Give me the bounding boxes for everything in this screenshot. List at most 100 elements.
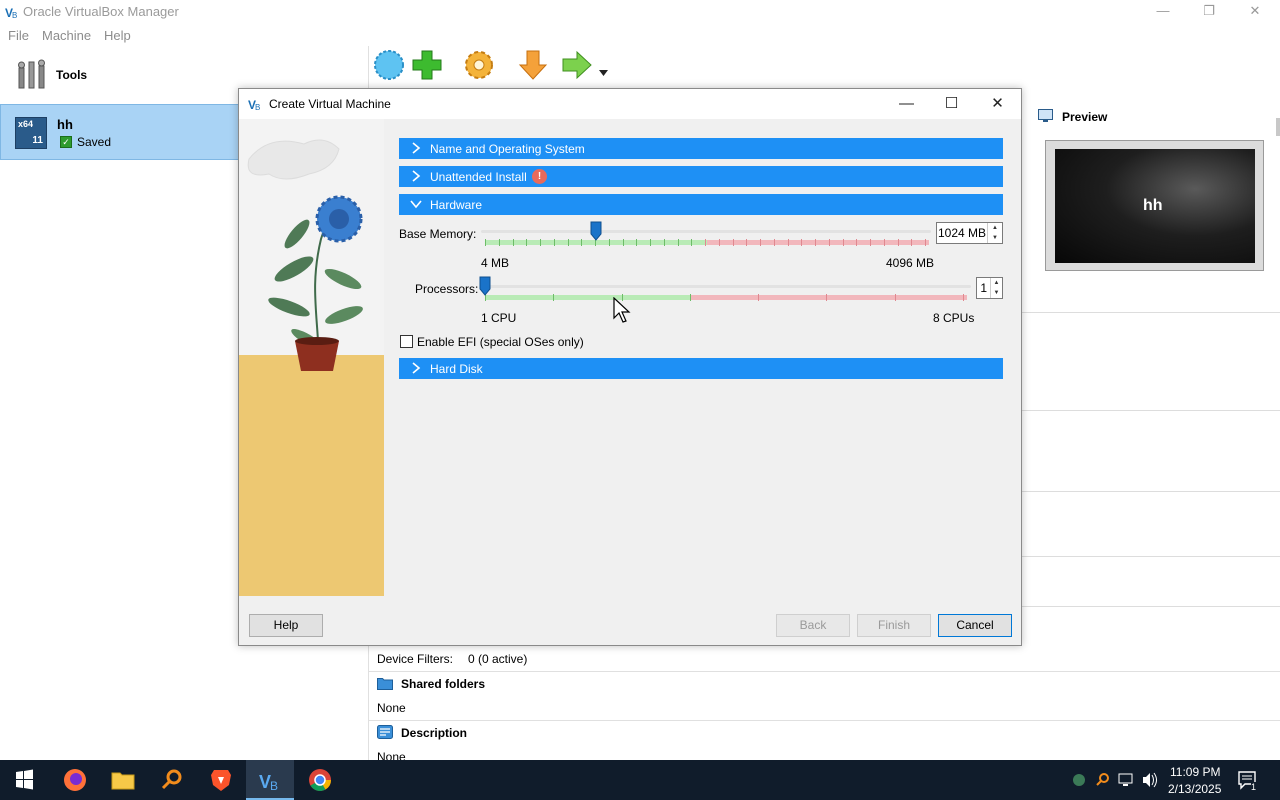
notification-count: 1: [1251, 782, 1257, 792]
section-hardware[interactable]: Hardware: [399, 194, 1003, 215]
dialog-maximize-button[interactable]: ☐: [929, 89, 974, 119]
divider: [1022, 606, 1280, 607]
section-unattended-install[interactable]: Unattended Install !: [399, 166, 1003, 187]
divider: [1022, 312, 1280, 313]
dialog-title: Create Virtual Machine: [269, 97, 391, 111]
windows-start-icon[interactable]: [0, 760, 48, 800]
tools-item[interactable]: Tools: [0, 46, 236, 102]
base-memory-label: Base Memory:: [399, 227, 477, 241]
chevron-right-icon: [412, 170, 421, 182]
warning-icon: !: [532, 169, 547, 184]
device-filters-value: 0 (0 active): [468, 652, 528, 666]
svg-text:B: B: [12, 11, 17, 20]
divider: [369, 720, 1280, 721]
processors-slider-scale: [485, 294, 967, 301]
file-explorer-icon[interactable]: [99, 760, 147, 800]
taskbar: V B 11:09 PM 2/13/2025 1: [0, 760, 1280, 800]
new-vm-icon[interactable]: [372, 48, 406, 82]
search-icon[interactable]: [148, 760, 196, 800]
device-filters-label: Device Filters:: [377, 652, 454, 666]
menu-help[interactable]: Help: [104, 28, 131, 43]
processors-spinbox[interactable]: 1 ▲ ▼: [976, 277, 1003, 299]
description-icon: [377, 725, 393, 739]
preview-screen: hh: [1055, 149, 1255, 263]
chevron-right-icon: [412, 362, 421, 374]
divider: [1022, 410, 1280, 411]
menu-machine[interactable]: Machine: [42, 28, 91, 43]
virtualbox-taskbar-icon[interactable]: V B: [246, 760, 294, 800]
divider: [1022, 491, 1280, 492]
tray-search-icon[interactable]: [1094, 760, 1112, 800]
chrome-icon[interactable]: [296, 760, 344, 800]
add-vm-icon[interactable]: [410, 48, 444, 82]
section-label: Hard Disk: [430, 362, 483, 376]
help-button[interactable]: Help: [249, 614, 323, 637]
tray-app-icon[interactable]: [1070, 760, 1088, 800]
divider: [1022, 556, 1280, 557]
description-title[interactable]: Description: [401, 726, 467, 740]
processors-slider-track[interactable]: [481, 285, 971, 288]
processors-max-label: 8 CPUs: [933, 311, 975, 325]
memory-min-label: 4 MB: [481, 256, 510, 270]
chevron-down-icon: [410, 200, 422, 209]
saved-state-icon: ✓: [60, 136, 72, 148]
divider: [369, 671, 1280, 672]
firefox-icon[interactable]: [51, 760, 99, 800]
memory-slider-thumb[interactable]: [590, 221, 602, 241]
settings-gear-icon[interactable]: [462, 48, 496, 82]
memory-value: 1024 MB: [937, 226, 986, 240]
preview-monitor-icon: [1038, 109, 1053, 122]
close-button[interactable]: ✕: [1232, 0, 1278, 24]
efi-label[interactable]: Enable EFI (special OSes only): [417, 335, 584, 349]
shared-folders-title[interactable]: Shared folders: [401, 677, 485, 691]
tools-icon: [18, 59, 45, 89]
menu-file[interactable]: File: [8, 28, 29, 43]
dialog-minimize-button[interactable]: —: [884, 89, 929, 119]
wizard-illustration: [239, 119, 384, 596]
vm-list-item[interactable]: x64 11 hh ✓ Saved: [0, 104, 240, 160]
virtualbox-logo-icon: V B: [248, 98, 260, 112]
mouse-cursor-icon: [613, 297, 631, 323]
volume-icon[interactable]: [1141, 760, 1159, 800]
clock-date[interactable]: 2/13/2025: [1168, 782, 1221, 796]
minimize-button[interactable]: —: [1140, 0, 1186, 24]
processors-min-label: 1 CPU: [481, 311, 517, 325]
section-label: Hardware: [430, 198, 483, 212]
efi-checkbox[interactable]: [400, 335, 413, 348]
flower-illustration: [239, 119, 384, 596]
discard-arrow-icon[interactable]: [516, 48, 550, 82]
start-arrow-icon[interactable]: [560, 48, 594, 82]
right-panel-scrollbar[interactable]: [1276, 118, 1280, 136]
processors-value: 1: [980, 281, 987, 295]
create-vm-dialog: V B Create Virtual Machine — ☐ ✕ Name an…: [238, 88, 1022, 646]
menu-bar: File Machine Help: [0, 24, 368, 46]
tools-label: Tools: [56, 68, 88, 82]
section-hard-disk[interactable]: Hard Disk: [399, 358, 1003, 379]
processors-slider-thumb[interactable]: [479, 276, 491, 296]
preview-screen-text: hh: [1143, 197, 1163, 214]
section-name-and-os[interactable]: Name and Operating System: [399, 138, 1003, 159]
main-titlebar: V B Oracle VirtualBox Manager — ❐ ✕: [0, 0, 1280, 24]
dialog-close-button[interactable]: ✕: [975, 89, 1020, 119]
memory-spinbox[interactable]: 1024 MB ▲ ▼: [936, 222, 1003, 244]
network-icon[interactable]: [1117, 760, 1135, 800]
memory-slider-track[interactable]: [481, 230, 931, 233]
back-button[interactable]: Back: [776, 614, 850, 637]
brave-browser-icon[interactable]: [197, 760, 245, 800]
spin-arrows-icon[interactable]: ▲ ▼: [990, 278, 1002, 298]
memory-slider-scale: [485, 239, 929, 246]
start-dropdown-icon[interactable]: [599, 70, 608, 76]
restore-button[interactable]: ❐: [1186, 0, 1232, 24]
spin-arrows-icon[interactable]: ▲ ▼: [987, 223, 1002, 243]
dialog-titlebar: V B Create Virtual Machine — ☐ ✕: [239, 89, 1021, 119]
section-label: Unattended Install: [430, 170, 527, 184]
section-label: Name and Operating System: [430, 142, 585, 156]
processors-label: Processors:: [415, 282, 479, 296]
cancel-button[interactable]: Cancel: [938, 614, 1012, 637]
finish-button[interactable]: Finish: [857, 614, 931, 637]
clock-time[interactable]: 11:09 PM: [1170, 765, 1220, 779]
folder-icon: [377, 678, 393, 690]
virtualbox-logo-icon: V B: [4, 4, 20, 20]
svg-text:B: B: [270, 779, 278, 793]
vm-state: Saved: [77, 135, 112, 149]
